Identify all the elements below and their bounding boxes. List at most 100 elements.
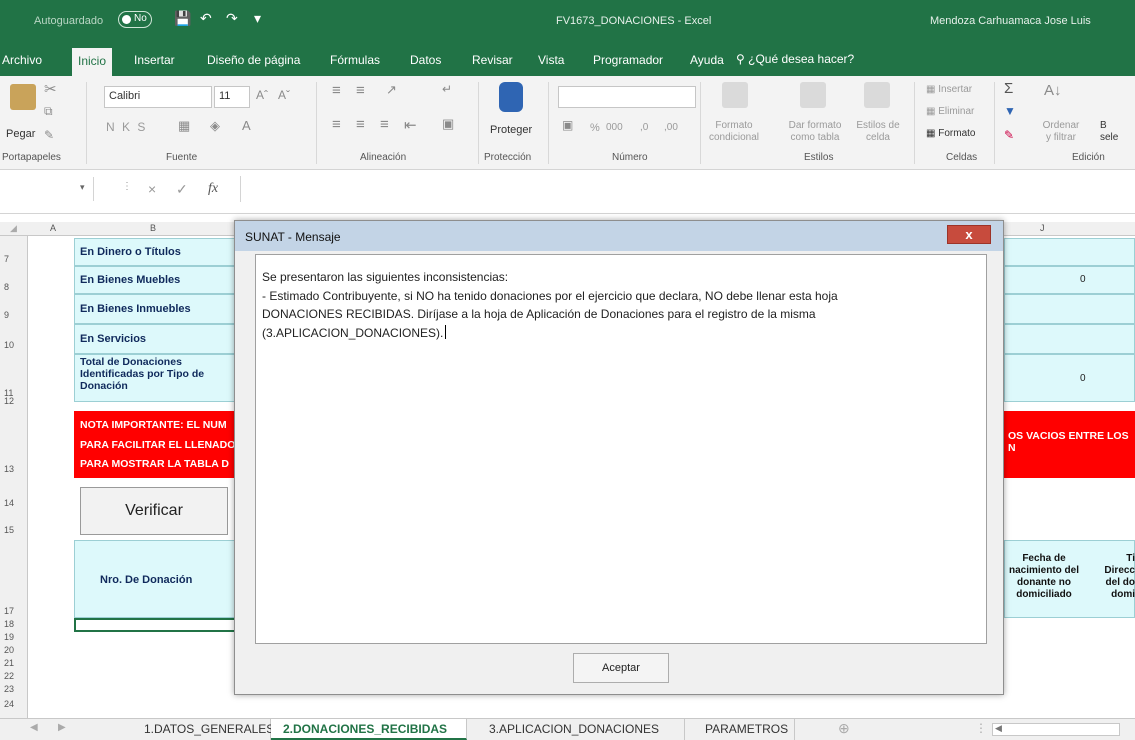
redo-icon[interactable]: ↷ [226, 10, 238, 27]
tab-splitter-icon[interactable]: ⋮ [975, 721, 987, 735]
row-header[interactable]: 24 [4, 699, 14, 709]
row-header[interactable]: 10 [4, 340, 14, 350]
formula-options-icon[interactable]: ⋮ [122, 181, 132, 192]
value-cell[interactable] [1004, 266, 1135, 294]
indent-icon[interactable]: ⇤ [404, 116, 417, 134]
row-header[interactable]: 9 [4, 310, 9, 320]
sheet-tab-datos-generales[interactable]: 1.DATOS_GENERALES [126, 719, 274, 740]
borders-icon[interactable]: ▦ [178, 118, 190, 134]
autosave-toggle[interactable]: No [118, 11, 152, 28]
tab-insertar[interactable]: Insertar [134, 53, 175, 67]
wrap-text-icon[interactable]: ↵ [442, 82, 452, 96]
tab-ayuda[interactable]: Ayuda [690, 53, 724, 67]
row-header[interactable]: 7 [4, 254, 9, 264]
insert-cells[interactable]: ▦ Insertar [926, 84, 972, 95]
merge-icon[interactable]: ▣ [442, 116, 454, 132]
horizontal-scrollbar[interactable]: ◀ [992, 723, 1120, 736]
fill-down-icon[interactable]: ▼ [1004, 104, 1016, 118]
sort-filter-label[interactable]: Ordenar y filtrar [1038, 120, 1084, 144]
sheet-tab-aplicacion-donaciones[interactable]: 3.APLICACION_DONACIONES [467, 719, 685, 740]
row-header[interactable]: 12 [4, 396, 14, 406]
column-b[interactable]: B [150, 223, 156, 233]
find-select-label[interactable]: B sele [1100, 120, 1118, 144]
verify-button[interactable]: Verificar [80, 487, 228, 535]
cancel-entry-icon[interactable]: × [148, 181, 156, 197]
undo-icon[interactable]: ↶ [200, 10, 212, 27]
tab-inicio[interactable]: Inicio [72, 48, 113, 76]
format-cells[interactable]: ▦ Formato [926, 128, 975, 139]
row-header[interactable]: 15 [4, 525, 14, 535]
dialog-close-button[interactable]: x [947, 225, 991, 244]
name-box-dropdown-icon[interactable]: ▾ [80, 182, 85, 193]
column-j[interactable]: J [1040, 223, 1045, 233]
delete-cells[interactable]: ▦ Eliminar [926, 106, 974, 117]
tab-diseno-pagina[interactable]: Diseño de página [207, 53, 300, 67]
shrink-font-icon[interactable]: Aˇ [278, 88, 290, 102]
font-size-combo[interactable]: 11 [214, 86, 250, 108]
tab-revisar[interactable]: Revisar [472, 53, 513, 67]
value-cell[interactable] [1004, 324, 1135, 354]
sort-filter-icon[interactable]: A↓ [1044, 82, 1062, 99]
row-header[interactable]: 23 [4, 684, 14, 694]
decrease-decimal-icon[interactable]: ,00 [664, 122, 678, 133]
conditional-format-label[interactable]: Formato condicional [704, 120, 764, 144]
user-name[interactable]: Mendoza Carhuamaca Jose Luis [930, 15, 1091, 27]
add-sheet-icon[interactable]: ⊕ [838, 720, 850, 737]
prev-sheet-icon[interactable]: ◀ [30, 722, 38, 733]
cut-icon[interactable]: ✂ [44, 80, 57, 98]
fill-color-icon[interactable]: ◈ [210, 118, 220, 134]
row-header[interactable]: 8 [4, 282, 9, 292]
row-header[interactable]: 19 [4, 632, 14, 642]
align-top-icon[interactable]: ≡ [332, 82, 341, 99]
copy-icon[interactable]: ⧉ [44, 104, 53, 119]
select-all-icon[interactable]: ◢ [10, 223, 17, 234]
scroll-left-icon[interactable]: ◀ [995, 723, 1002, 734]
orientation-icon[interactable]: ↗ [386, 82, 397, 98]
accept-button[interactable]: Aceptar [573, 653, 669, 683]
paste-icon[interactable] [10, 84, 36, 110]
autosum-icon[interactable]: Σ [1004, 80, 1013, 97]
tab-datos[interactable]: Datos [410, 53, 441, 67]
paste-label[interactable]: Pegar [6, 128, 35, 140]
clear-icon[interactable]: ✎ [1004, 128, 1014, 142]
row-header[interactable]: 21 [4, 658, 14, 668]
number-format-combo[interactable] [558, 86, 696, 108]
row-header[interactable]: 22 [4, 671, 14, 681]
protect-label[interactable]: Proteger [490, 124, 532, 136]
cell-styles-icon[interactable] [864, 82, 890, 108]
sheet-tab-donaciones-recibidas[interactable]: 2.DONACIONES_RECIBIDAS [271, 719, 467, 740]
row-header[interactable]: 17 [4, 606, 14, 616]
tab-archivo[interactable]: Archivo [2, 53, 42, 67]
currency-icon[interactable]: ▣ [562, 118, 573, 132]
tell-me-search[interactable]: ⚲ ¿Qué desea hacer? [736, 52, 854, 66]
cell-styles-label[interactable]: Estilos de celda [852, 120, 904, 144]
tab-formulas[interactable]: Fórmulas [330, 53, 380, 67]
row-header[interactable]: 14 [4, 498, 14, 508]
customize-qa-icon[interactable]: ▾ [254, 10, 261, 27]
conditional-format-icon[interactable] [722, 82, 748, 108]
increase-decimal-icon[interactable]: ,0 [640, 122, 648, 133]
dialog-title-bar[interactable]: SUNAT - Mensaje x [235, 221, 1003, 251]
align-center-icon[interactable]: ≡ [356, 116, 365, 133]
save-icon[interactable]: 💾 [174, 10, 191, 27]
value-cell[interactable] [1004, 294, 1135, 324]
row-header[interactable]: 13 [4, 464, 14, 474]
align-left-icon[interactable]: ≡ [332, 116, 341, 133]
dialog-message-box[interactable]: Se presentaron las siguientes inconsiste… [255, 254, 987, 644]
row-header[interactable]: 18 [4, 619, 14, 629]
align-middle-icon[interactable]: ≡ [356, 82, 365, 99]
font-name-combo[interactable]: Calibri [104, 86, 212, 108]
comma-style-icon[interactable]: 000 [606, 122, 623, 133]
sheet-tab-parametros[interactable]: PARAMETROS [685, 719, 795, 740]
value-cell[interactable] [1004, 354, 1135, 402]
tab-programador[interactable]: Programador [593, 53, 663, 67]
format-painter-icon[interactable]: ✎ [44, 128, 54, 142]
tab-vista[interactable]: Vista [538, 53, 564, 67]
format-table-icon[interactable] [800, 82, 826, 108]
value-cell[interactable] [1004, 238, 1135, 266]
next-sheet-icon[interactable]: ▶ [58, 722, 66, 733]
formula-input[interactable] [240, 176, 1135, 202]
active-cell[interactable] [74, 618, 236, 632]
grow-font-icon[interactable]: Aˆ [256, 88, 268, 102]
insert-function-icon[interactable]: fx [208, 181, 218, 197]
